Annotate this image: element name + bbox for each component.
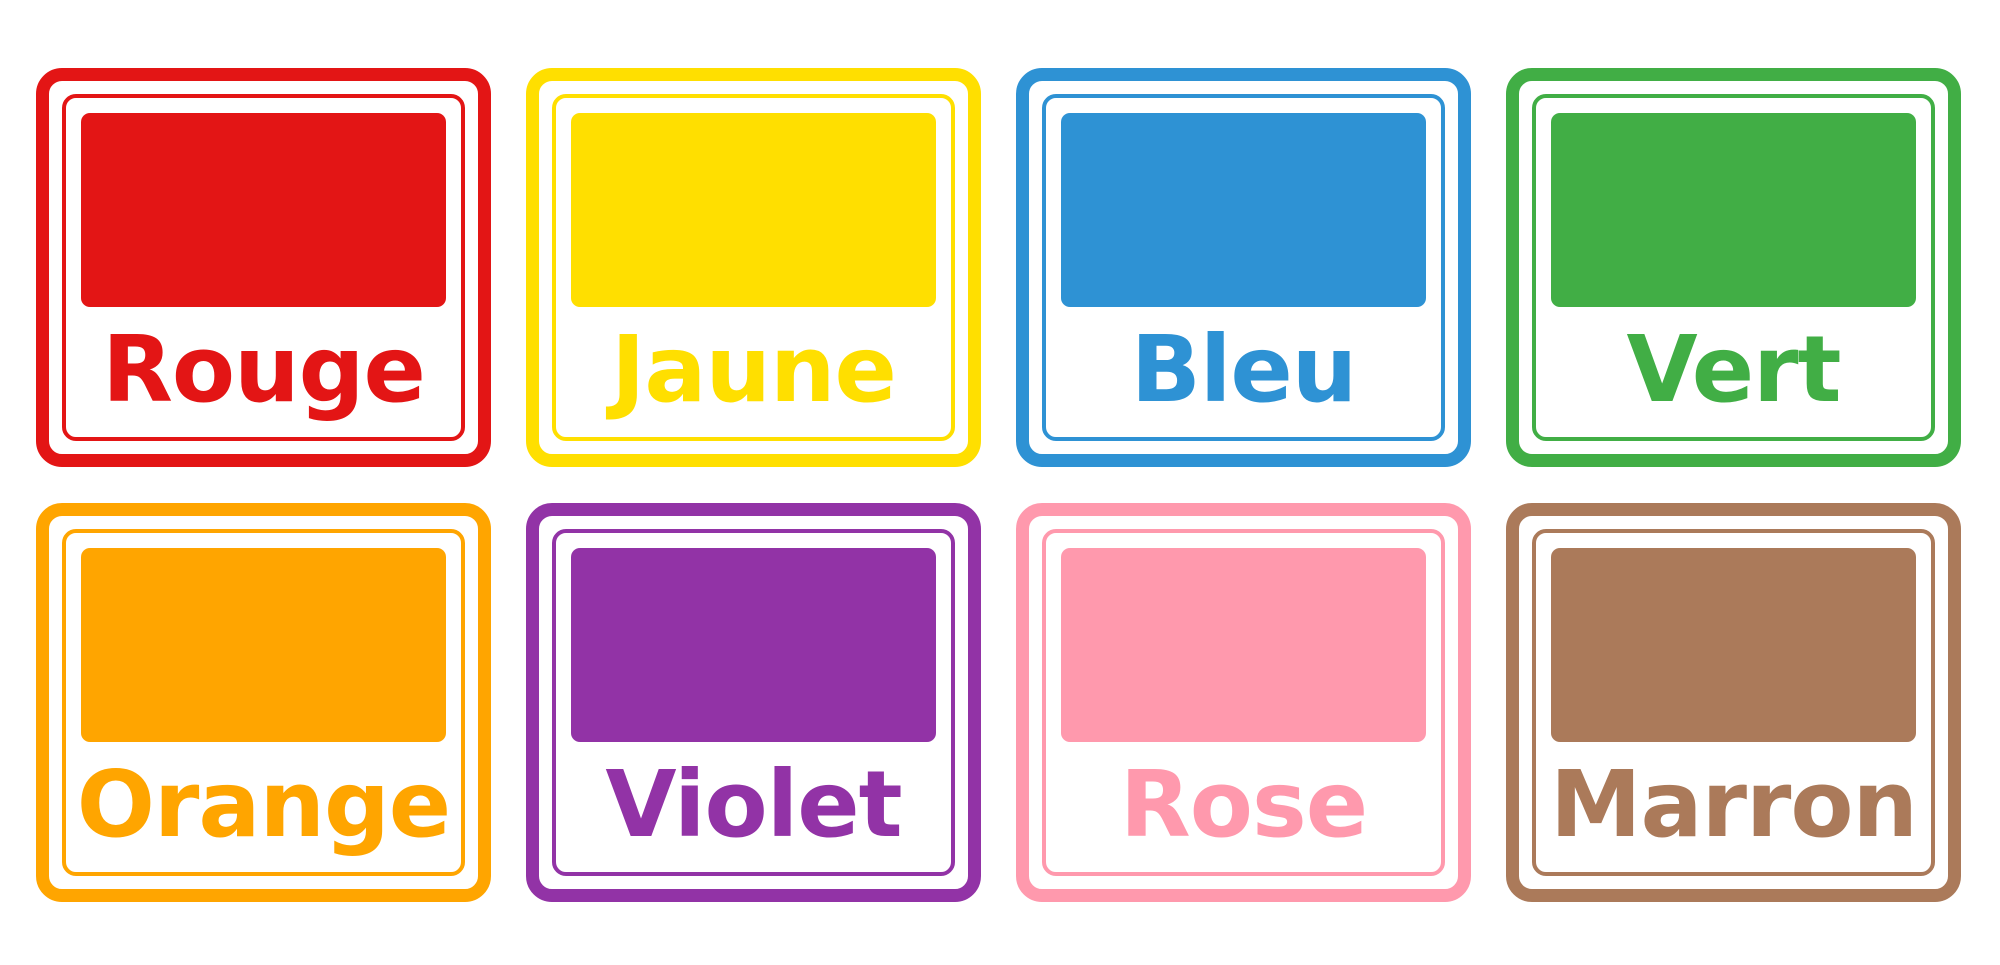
color-card-vert[interactable]: Vert (1506, 68, 1961, 467)
card-frame: Orange (62, 529, 465, 876)
card-frame: Rouge (62, 94, 465, 441)
color-card-violet[interactable]: Violet (526, 503, 981, 902)
card-frame: Rose (1042, 529, 1445, 876)
color-label: Bleu (1130, 316, 1358, 423)
color-swatch (571, 548, 936, 742)
color-swatch (81, 548, 446, 742)
card-frame: Bleu (1042, 94, 1445, 441)
color-card-grid: Rouge Jaune Bleu Vert Orange Violet Rose… (36, 68, 1961, 902)
color-swatch (81, 113, 446, 307)
card-frame: Violet (552, 529, 955, 876)
color-label: Vert (1626, 316, 1842, 423)
color-card-marron[interactable]: Marron (1506, 503, 1961, 902)
color-swatch (1551, 113, 1916, 307)
color-card-rose[interactable]: Rose (1016, 503, 1471, 902)
card-frame: Marron (1532, 529, 1935, 876)
color-card-orange[interactable]: Orange (36, 503, 491, 902)
color-card-rouge[interactable]: Rouge (36, 68, 491, 467)
color-swatch (1061, 113, 1426, 307)
color-label: Rose (1119, 751, 1368, 858)
color-label: Rouge (102, 316, 426, 423)
color-swatch (571, 113, 936, 307)
card-frame: Jaune (552, 94, 955, 441)
color-label: Jaune (611, 316, 897, 423)
color-card-bleu[interactable]: Bleu (1016, 68, 1471, 467)
color-card-jaune[interactable]: Jaune (526, 68, 981, 467)
color-label: Marron (1549, 751, 1918, 858)
color-swatch (1551, 548, 1916, 742)
color-swatch (1061, 548, 1426, 742)
color-label: Violet (605, 751, 902, 858)
card-frame: Vert (1532, 94, 1935, 441)
color-label: Orange (76, 751, 451, 858)
